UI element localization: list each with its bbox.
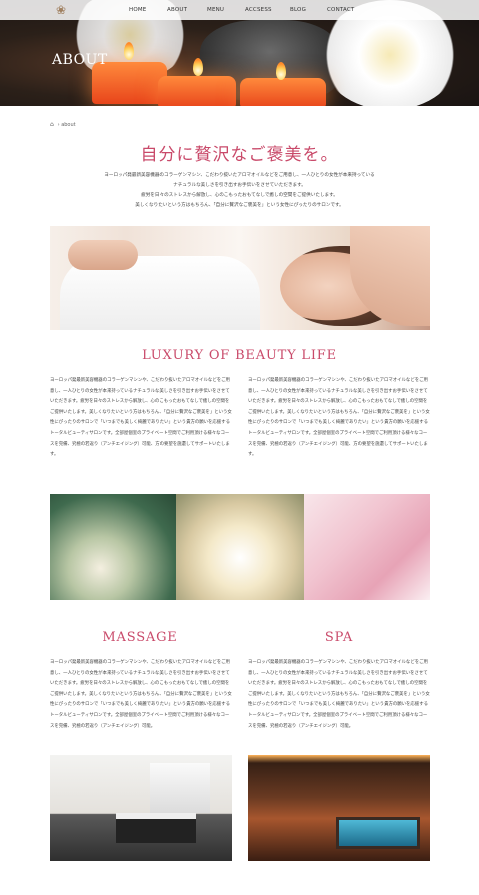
intro-text: ヨーロッパ発最新美容機器のコラーゲンマシン、こだわり抜いたアロマオイルなどをご用… [0,171,479,211]
nav-home[interactable]: HOME [129,0,147,20]
massage-bed-shape [116,813,196,843]
jacuzzi-shape [336,817,420,849]
section-title-massage: MASSAGE [102,630,178,645]
section-title-spa: SPA [324,630,354,645]
massage-text: ヨーロッパ発最新美容機器のコラーゲンマシンや、こだわり抜いたアロマオイルなどをご… [50,660,232,729]
ceiling-light-shape [248,755,430,763]
spa-room-photo [248,755,430,861]
hero-candle-image [92,62,167,104]
top-navbar: ❀ HOME ABOUT MENU ACCSESS BLOG CONTACT [0,0,479,20]
spa-text: ヨーロッパ発最新美容機器のコラーゲンマシンや、こだわり抜いたアロマオイルなどをご… [248,660,430,729]
hero-candle-image [158,76,236,106]
arm-shape [68,240,138,270]
luxury-text-right: ヨーロッパ発最新美容機器のコラーゲンマシンや、こだわり抜いたアロマオイルなどをご… [248,378,430,458]
aroma-oils-photo [50,494,176,600]
breadcrumb-current: about [61,122,76,128]
intro-line: ナチュラルな美しさを引き出すお手伝いをさせていただきます。 [173,183,306,188]
breadcrumb: ⌂ › about [50,122,76,129]
nav-menu[interactable]: MENU [207,0,224,20]
spa-essentials-photo [176,494,304,600]
massage-room-photo [50,755,232,861]
luxury-text-left: ヨーロッパ発最新美容機器のコラーゲンマシンや、こだわり抜いたアロマオイルなどをご… [50,378,232,458]
facial-massage-photo [50,226,430,330]
intro-line: 美しくなりたいという方はもちろん、「自分に贅沢なご褒美を」という女性にぴったりの… [135,203,344,208]
pink-spa-set-photo [304,494,430,600]
intro-line: ヨーロッパ発最新美容機器のコラーゲンマシン、こだわり抜いたアロマオイルなどをご用… [104,173,375,178]
nav-blog[interactable]: BLOG [290,0,306,20]
hero-candle-image [240,78,326,106]
candle-flame [276,62,286,80]
window-shape [150,763,210,813]
nav-access[interactable]: ACCSESS [245,0,272,20]
candle-flame [124,42,134,60]
nav-about[interactable]: ABOUT [167,0,187,20]
nav-contact[interactable]: CONTACT [327,0,354,20]
intro-line: 疲労を日々のストレスから解放し、心のこもったおもてなしで癒しの空間をご提供いたし… [141,193,338,198]
lotus-logo-icon[interactable]: ❀ [54,3,68,17]
page-title: 自分に贅沢なご褒美を。 [140,145,339,165]
home-icon[interactable]: ⌂ [50,122,56,128]
candle-flame [193,58,203,76]
hero-title: ABOUT [52,52,108,68]
section-title-luxury: LUXURY OF BEAUTY LIFE [142,348,337,363]
